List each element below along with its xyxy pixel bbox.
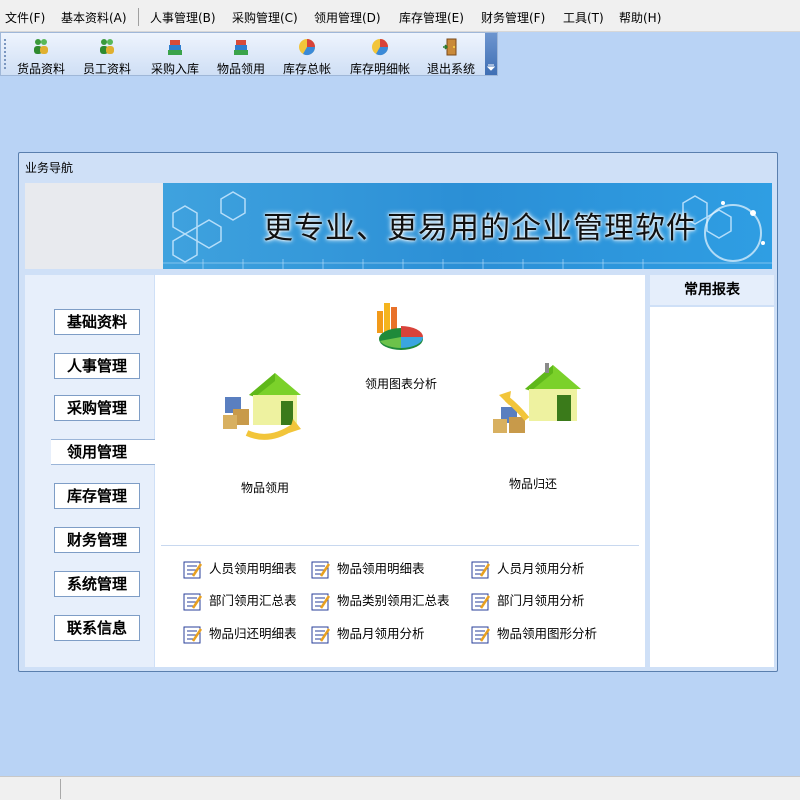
toolbar-inventory-detail-button[interactable]: 库存明细帐 (345, 35, 415, 76)
people-icon (34, 39, 48, 54)
toolbar-label: 物品领用 (216, 62, 265, 76)
report-label: 部门月领用分析 (497, 593, 585, 608)
toolbar-label: 库存总帐 (282, 62, 331, 76)
module-chart-analysis-label[interactable]: 领用图表分析 (365, 375, 437, 392)
nav-contact[interactable]: 联系信息 (54, 615, 140, 641)
module-item-return-label[interactable]: 物品归还 (509, 475, 557, 492)
toolbar: 货品资料 员工资料 采购入库 物品领用 库存总帐 库存明细帐 退出系统 (0, 32, 498, 76)
report-label: 物品领用明细表 (337, 561, 425, 576)
menu-purchase[interactable]: 采购管理(C) (232, 9, 298, 26)
pie-chart-icon (299, 39, 316, 56)
toolbar-label: 员工资料 (82, 62, 131, 76)
books-icon (168, 40, 182, 55)
nav-system[interactable]: 系统管理 (54, 571, 140, 597)
toolbar-label: 退出系统 (426, 62, 475, 76)
menu-inventory[interactable]: 库存管理(E) (399, 9, 464, 26)
warehouse-in-icon[interactable] (219, 367, 311, 443)
report-document-icon (183, 561, 203, 578)
exit-door-icon (443, 38, 457, 56)
report-link-staff-monthly-analysis[interactable]: 人员月领用分析 (471, 558, 585, 580)
report-label: 人员月领用分析 (497, 561, 585, 576)
content-area: 领用图表分析 物品领用 物品归还 人员领用明细表 物品领用明细表 人员月领用分析… (155, 275, 645, 667)
report-link-department-summary[interactable]: 部门领用汇总表 (183, 590, 297, 612)
business-navigation-panel: 业务导航 更专业、更易用的企业管理软件 基础资料 人事管理 采购管理 领用管理 … (18, 152, 778, 672)
pie-chart-icon (372, 39, 389, 56)
nav-purchase[interactable]: 采购管理 (54, 395, 140, 421)
menu-separator (138, 8, 139, 26)
nav-basic-data[interactable]: 基础资料 (54, 309, 140, 335)
report-label: 人员领用明细表 (209, 561, 297, 576)
toolbar-employee-data-button[interactable]: 员工资料 (79, 35, 135, 76)
menu-file[interactable]: 文件(F) (5, 9, 45, 26)
report-document-icon (183, 626, 203, 643)
common-reports-panel: 常用报表 (649, 275, 774, 667)
report-label: 物品归还明细表 (209, 626, 297, 641)
toolbar-inventory-ledger-button[interactable]: 库存总帐 (279, 35, 335, 76)
nav-requisition[interactable]: 领用管理 (51, 439, 157, 465)
report-document-icon (311, 593, 331, 610)
menu-tools[interactable]: 工具(T) (563, 9, 604, 26)
banner-image: 更专业、更易用的企业管理软件 (163, 183, 772, 269)
toolbar-purchase-in-button[interactable]: 采购入库 (147, 35, 203, 76)
warehouse-return-icon[interactable] (491, 359, 587, 439)
report-document-icon (471, 561, 491, 578)
menu-requisition[interactable]: 领用管理(D) (314, 9, 381, 26)
menu-bar: 文件(F) 基本资料(A) 人事管理(B) 采购管理(C) 领用管理(D) 库存… (0, 0, 800, 32)
report-link-item-requisition-detail[interactable]: 物品领用明细表 (311, 558, 425, 580)
banner-slogan: 更专业、更易用的企业管理软件 (263, 211, 697, 246)
common-reports-title: 常用报表 (650, 275, 774, 307)
toolbar-item-requisition-button[interactable]: 物品领用 (213, 35, 269, 76)
report-document-icon (311, 561, 331, 578)
report-link-staff-requisition-detail[interactable]: 人员领用明细表 (183, 558, 297, 580)
report-label: 物品领用图形分析 (497, 626, 598, 641)
toolbar-exit-button[interactable]: 退出系统 (423, 35, 479, 76)
chart-analysis-icon[interactable] (371, 297, 425, 357)
report-label: 物品类别领用汇总表 (337, 593, 450, 608)
panel-title: 业务导航 (25, 161, 74, 175)
report-document-icon (183, 593, 203, 610)
toolbar-label: 采购入库 (150, 62, 199, 76)
report-link-item-graphic-analysis[interactable]: 物品领用图形分析 (471, 623, 597, 645)
menu-finance[interactable]: 财务管理(F) (481, 9, 545, 26)
report-link-item-monthly-analysis[interactable]: 物品月领用分析 (311, 623, 425, 645)
toolbar-label: 库存明细帐 (349, 62, 410, 76)
toolbar-goods-data-button[interactable]: 货品资料 (13, 35, 69, 76)
nav-inventory[interactable]: 库存管理 (54, 483, 140, 509)
toolbar-label: 货品资料 (16, 62, 65, 76)
banner: 更专业、更易用的企业管理软件 (25, 183, 772, 269)
report-document-icon (471, 626, 491, 643)
report-link-department-monthly-analysis[interactable]: 部门月领用分析 (471, 590, 585, 612)
status-segment (0, 779, 61, 799)
report-label: 物品月领用分析 (337, 626, 425, 641)
module-item-requisition-label[interactable]: 物品领用 (241, 479, 289, 496)
divider (161, 545, 639, 546)
toolbar-grip[interactable] (4, 39, 6, 69)
report-link-item-category-summary[interactable]: 物品类别领用汇总表 (311, 590, 450, 612)
people-icon (100, 39, 114, 54)
report-link-item-return-detail[interactable]: 物品归还明细表 (183, 623, 297, 645)
report-document-icon (471, 593, 491, 610)
toolbar-overflow-chevron-icon[interactable] (485, 33, 497, 75)
left-navigation: 基础资料 人事管理 采购管理 领用管理 库存管理 财务管理 系统管理 联系信息 (25, 275, 157, 667)
nav-finance[interactable]: 财务管理 (54, 527, 140, 553)
menu-hr[interactable]: 人事管理(B) (150, 9, 216, 26)
report-label: 部门领用汇总表 (209, 593, 297, 608)
menu-basic-data[interactable]: 基本资料(A) (61, 9, 127, 26)
status-bar (0, 776, 800, 800)
banner-left-area (25, 183, 163, 269)
books-icon (234, 40, 248, 55)
report-document-icon (311, 626, 331, 643)
nav-hr[interactable]: 人事管理 (54, 353, 140, 379)
menu-help[interactable]: 帮助(H) (619, 9, 661, 26)
